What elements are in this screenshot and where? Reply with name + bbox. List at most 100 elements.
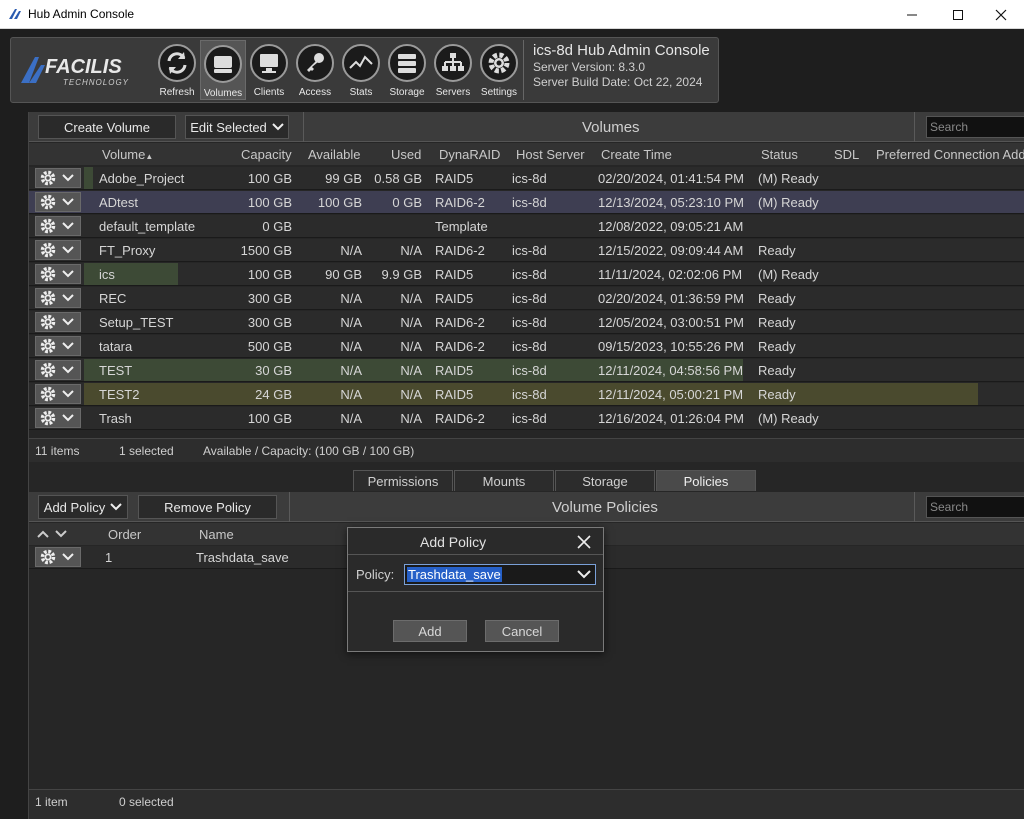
toolbar-refresh-button[interactable]: Refresh bbox=[154, 40, 200, 100]
volume-available: 90 GB bbox=[325, 267, 362, 282]
volume-name: default_template bbox=[99, 219, 196, 234]
row-actions-button[interactable] bbox=[35, 288, 81, 308]
column-sdl[interactable]: SDL bbox=[834, 147, 859, 162]
row-actions-button[interactable] bbox=[35, 192, 81, 212]
tab-policies[interactable]: Policies bbox=[656, 470, 756, 491]
cancel-button[interactable]: Cancel bbox=[485, 620, 559, 642]
policies-search-input[interactable]: Search bbox=[926, 496, 1024, 518]
row-actions-button[interactable] bbox=[35, 240, 81, 260]
edit-selected-dropdown[interactable]: Edit Selected bbox=[185, 115, 289, 139]
chevron-down-icon bbox=[62, 270, 74, 278]
tab-storage[interactable]: Storage bbox=[555, 470, 655, 491]
column-create-time[interactable]: Create Time bbox=[601, 147, 672, 162]
volumes-capacity-summary: Available / Capacity: (100 GB / 100 GB) bbox=[203, 444, 415, 458]
policy-select[interactable]: Trashdata_save bbox=[404, 564, 596, 585]
toolbar-stats-button[interactable]: Stats bbox=[338, 40, 384, 100]
gear-icon bbox=[40, 410, 56, 426]
edit-selected-label: Edit Selected bbox=[190, 119, 267, 135]
add-policy-dropdown[interactable]: Add Policy bbox=[38, 495, 128, 519]
volume-available: N/A bbox=[340, 363, 362, 378]
column-status[interactable]: Status bbox=[761, 147, 798, 162]
add-button[interactable]: Add bbox=[393, 620, 467, 642]
volume-used: N/A bbox=[400, 339, 422, 354]
chevron-down-icon bbox=[577, 570, 591, 579]
volume-host-server: ics-8d bbox=[512, 339, 547, 354]
sort-asc-icon: ▲ bbox=[145, 152, 154, 161]
column-used[interactable]: Used bbox=[391, 147, 421, 162]
row-actions-button[interactable] bbox=[35, 312, 81, 332]
row-actions-button[interactable] bbox=[35, 360, 81, 380]
tab-permissions[interactable]: Permissions bbox=[353, 470, 453, 491]
volume-create-time: 12/13/2024, 05:23:10 PM bbox=[598, 195, 745, 210]
volume-available: N/A bbox=[340, 291, 362, 306]
chevron-down-icon bbox=[62, 174, 74, 182]
column-name[interactable]: Name bbox=[199, 527, 234, 542]
dialog-titlebar: Add Policy bbox=[348, 528, 603, 555]
volume-host-server: ics-8d bbox=[512, 387, 547, 402]
toolbar-servers-button[interactable]: Servers bbox=[430, 40, 476, 100]
create-volume-button[interactable]: Create Volume bbox=[38, 115, 176, 139]
volume-available: N/A bbox=[340, 243, 362, 258]
row-actions-button[interactable] bbox=[35, 336, 81, 356]
refresh-icon bbox=[167, 52, 187, 74]
toolbar-settings-button[interactable]: Settings bbox=[476, 40, 522, 100]
volume-row[interactable]: Setup_TEST 300 GB N/A N/A RAID6-2 ics-8d 12/05… bbox=[29, 311, 1024, 334]
column-dynaraid[interactable]: DynaRAID bbox=[439, 147, 500, 162]
volume-row[interactable]: REC 300 GB N/A N/A RAID5 ics-8d 02/20/2024, 01… bbox=[29, 287, 1024, 310]
minimize-button[interactable] bbox=[889, 0, 935, 29]
volumes-icon bbox=[214, 56, 232, 73]
tab-mounts[interactable]: Mounts bbox=[454, 470, 554, 491]
volume-host-server: ics-8d bbox=[512, 171, 547, 186]
maximize-button[interactable] bbox=[935, 0, 981, 29]
remove-policy-button[interactable]: Remove Policy bbox=[138, 495, 277, 519]
volume-row[interactable]: tatara 500 GB N/A N/A RAID6-2 ics-8d 09/15/202… bbox=[29, 335, 1024, 358]
dialog-close-button[interactable] bbox=[573, 531, 595, 553]
volume-host-server: ics-8d bbox=[512, 243, 547, 258]
volume-row[interactable]: FT_Proxy 1500 GB N/A N/A RAID6-2 ics-8d 12/15/… bbox=[29, 239, 1024, 262]
chevron-down-icon bbox=[62, 366, 74, 374]
volume-row[interactable]: default_template 0 GB Template 12/08/2022, … bbox=[29, 215, 1024, 238]
toolbar-access-button[interactable]: Access bbox=[292, 40, 338, 100]
column-order[interactable]: Order bbox=[108, 527, 141, 542]
row-actions-button[interactable] bbox=[35, 264, 81, 284]
volume-row[interactable]: TEST 30 GB N/A N/A RAID5 ics-8d 12/11/2024, 04… bbox=[29, 359, 1024, 382]
column-volume[interactable]: Volume▲ bbox=[102, 147, 153, 162]
volume-used: N/A bbox=[400, 291, 422, 306]
volume-capacity: 300 GB bbox=[247, 315, 292, 330]
chevron-down-icon bbox=[62, 198, 74, 206]
gear-icon bbox=[40, 218, 56, 234]
main-toolbar: FACILIS TECHNOLOGY Refresh Volumes Clien… bbox=[10, 37, 719, 103]
column-host-server[interactable]: Host Server bbox=[516, 147, 585, 162]
volumes-selected-count: 1 selected bbox=[119, 444, 174, 458]
collapse-expand-icon[interactable] bbox=[37, 529, 69, 539]
gear-icon bbox=[40, 290, 56, 306]
divider bbox=[348, 591, 603, 592]
row-actions-button[interactable] bbox=[35, 168, 81, 188]
chevron-down-icon bbox=[110, 503, 122, 511]
volume-host-server: ics-8d bbox=[512, 411, 547, 426]
volume-row[interactable]: ics 100 GB 90 GB 9.9 GB RAID5 ics-8d 11/11/202… bbox=[29, 263, 1024, 286]
row-actions-button[interactable] bbox=[35, 216, 81, 236]
server-build-date: Server Build Date: Oct 22, 2024 bbox=[533, 75, 703, 89]
gear-icon bbox=[40, 314, 56, 330]
column-available[interactable]: Available bbox=[308, 147, 361, 162]
volume-row[interactable]: Trash 100 GB N/A N/A RAID6-2 ics-8d 12/16/2024… bbox=[29, 407, 1024, 430]
volume-dynaraid: Template bbox=[435, 219, 488, 234]
volume-row[interactable]: Adobe_Project 100 GB 99 GB 0.58 GB RAID5 ics-… bbox=[29, 167, 1024, 190]
volume-create-time: 12/16/2024, 01:26:04 PM bbox=[598, 411, 745, 426]
row-actions-button[interactable] bbox=[35, 408, 81, 428]
close-window-button[interactable] bbox=[978, 0, 1024, 29]
volume-row[interactable]: TEST2 24 GB N/A N/A RAID5 ics-8d 12/11/2024, 0… bbox=[29, 383, 1024, 406]
toolbar-clients-button[interactable]: Clients bbox=[246, 40, 292, 100]
window-titlebar: Hub Admin Console bbox=[0, 0, 1024, 29]
toolbar-storage-button[interactable]: Storage bbox=[384, 40, 430, 100]
column-preferred-connection[interactable]: Preferred Connection Add bbox=[876, 147, 1024, 162]
column-capacity[interactable]: Capacity bbox=[241, 147, 292, 162]
row-actions-button[interactable] bbox=[35, 547, 81, 567]
gear-icon bbox=[40, 266, 56, 282]
volumes-search-input[interactable]: Search bbox=[926, 116, 1024, 138]
volume-row[interactable]: ADtest 100 GB 100 GB 0 GB RAID6-2 ics-8d 12/13… bbox=[29, 191, 1024, 214]
row-actions-button[interactable] bbox=[35, 384, 81, 404]
toolbar-volumes-button[interactable]: Volumes bbox=[200, 40, 246, 100]
volume-available: 100 GB bbox=[317, 195, 362, 210]
